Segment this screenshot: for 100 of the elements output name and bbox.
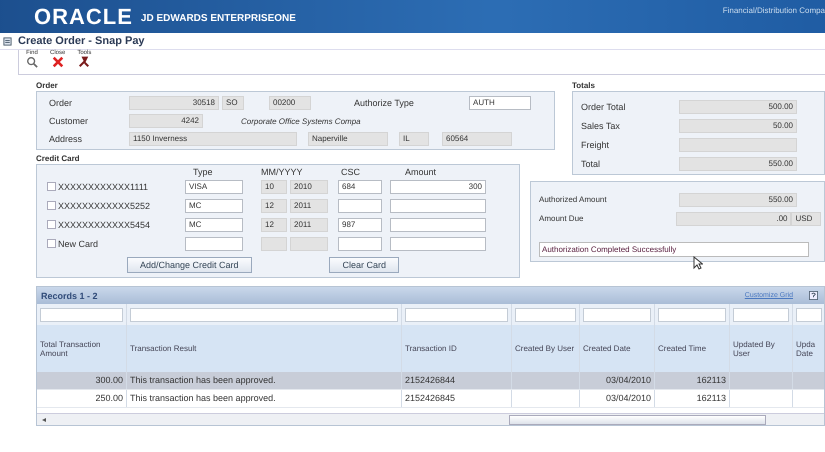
message-field: Authorization Completed Successfully bbox=[539, 242, 809, 257]
year-field: 2010 bbox=[290, 180, 328, 194]
form-button[interactable]: Clear Card bbox=[329, 257, 399, 273]
field-label: Order Total bbox=[581, 102, 626, 112]
mouse-pointer-icon bbox=[693, 256, 703, 270]
amount-field[interactable]: 300 bbox=[390, 180, 486, 194]
card-label: New Card bbox=[58, 238, 98, 248]
total-field: 50.00 bbox=[679, 118, 797, 132]
field-label: Total bbox=[581, 158, 602, 168]
column-heading[interactable]: Transaction ID bbox=[405, 344, 457, 353]
year-field: 2011 bbox=[290, 218, 328, 232]
table-cell: 03/04/2010 bbox=[606, 375, 651, 385]
help-icon[interactable] bbox=[809, 291, 818, 300]
field-label: Authorize Type bbox=[354, 98, 415, 108]
amount-field[interactable] bbox=[390, 236, 486, 250]
field-label: Order bbox=[49, 98, 74, 108]
filter-field[interactable] bbox=[583, 308, 651, 322]
customer-number-field: 4242 bbox=[129, 114, 203, 128]
csc-field[interactable] bbox=[338, 198, 382, 212]
table-cell: 250.00 bbox=[95, 393, 123, 403]
field-label: Sales Tax bbox=[581, 120, 621, 130]
month-field bbox=[261, 236, 287, 250]
checkbox[interactable] bbox=[47, 239, 56, 248]
product-name: JD EDWARDS ENTERPRISEONE bbox=[140, 13, 296, 24]
form-icon bbox=[3, 36, 12, 46]
csc-field[interactable] bbox=[338, 236, 382, 250]
table-cell: 03/04/2010 bbox=[606, 393, 651, 403]
zip-field: 60564 bbox=[442, 132, 512, 146]
year-field: 2011 bbox=[290, 198, 328, 212]
card-type-field[interactable] bbox=[185, 236, 243, 250]
card-type-field[interactable]: MC bbox=[185, 198, 243, 212]
grid-row[interactable]: 250.00 This transaction has been approved. 2152426845 03/04/2010 162113 bbox=[37, 390, 824, 408]
customer-name: Corporate Office Systems Compa bbox=[241, 116, 361, 126]
csc-field[interactable]: 684 bbox=[338, 180, 382, 194]
filter-field[interactable] bbox=[658, 308, 726, 322]
column-heading: Type bbox=[192, 167, 214, 177]
filter-field[interactable] bbox=[796, 308, 822, 322]
column-heading: MM/YYYY bbox=[261, 167, 304, 177]
card-label: XXXXXXXXXXXX5454 bbox=[58, 220, 150, 230]
column-heading[interactable]: Transaction Result bbox=[130, 344, 196, 353]
column-heading[interactable]: Total Transaction Amount bbox=[40, 340, 123, 358]
total-field: 500.00 bbox=[679, 100, 797, 114]
logo-text: ORACLE bbox=[34, 4, 133, 30]
field-label: Amount Due bbox=[539, 214, 584, 223]
filter-field[interactable] bbox=[515, 308, 576, 322]
column-heading[interactable]: Created Time bbox=[658, 344, 706, 353]
field-label: Address bbox=[49, 134, 84, 144]
checkbox[interactable] bbox=[47, 220, 56, 229]
csc-field[interactable]: 987 bbox=[338, 218, 382, 232]
table-cell: 2152426845 bbox=[405, 393, 456, 403]
month-field: 12 bbox=[261, 218, 287, 232]
scroll-left-icon[interactable] bbox=[41, 416, 47, 422]
authorize-type-field[interactable]: AUTH bbox=[469, 96, 531, 110]
amount-field[interactable] bbox=[390, 218, 486, 232]
table-cell: 300.00 bbox=[95, 375, 123, 385]
grid-title: Records 1 - 2 bbox=[41, 290, 98, 300]
table-cell: This transaction has been approved. bbox=[130, 393, 276, 403]
card-type-field[interactable]: MC bbox=[185, 218, 243, 232]
filter-field[interactable] bbox=[405, 308, 508, 322]
company-name: Financial/Distribution Compa bbox=[722, 6, 825, 15]
field-label: Authorized Amount bbox=[539, 195, 608, 204]
month-field: 10 bbox=[261, 180, 287, 194]
column-heading[interactable]: Updated By User bbox=[733, 340, 789, 358]
form-button[interactable]: Add/Change Credit Card bbox=[127, 257, 252, 273]
tools-icon bbox=[78, 56, 90, 68]
amount-field[interactable] bbox=[390, 198, 486, 212]
street-field: 1150 Inverness bbox=[129, 132, 297, 146]
order-type-field: SO bbox=[222, 96, 244, 110]
field-label: Freight bbox=[581, 140, 610, 150]
total-field: 550.00 bbox=[679, 156, 797, 170]
checkbox[interactable] bbox=[47, 182, 56, 191]
grid-row[interactable]: 300.00 This transaction has been approved. 2152426844 03/04/2010 162113 bbox=[37, 372, 824, 390]
scrollbar[interactable] bbox=[37, 413, 824, 425]
column-heading[interactable]: Created Date bbox=[583, 344, 631, 353]
field-label: Customer bbox=[49, 116, 90, 126]
authorized-amount-field: 550.00 bbox=[679, 192, 797, 206]
month-field: 12 bbox=[261, 198, 287, 212]
filter-field[interactable] bbox=[130, 308, 398, 322]
card-label: XXXXXXXXXXXX1111 bbox=[58, 182, 148, 192]
column-heading: Amount bbox=[404, 167, 438, 177]
year-field bbox=[290, 236, 328, 250]
section-heading: Order bbox=[36, 81, 59, 91]
search-icon bbox=[26, 56, 38, 68]
scroll-thumb[interactable] bbox=[509, 414, 766, 424]
column-heading[interactable]: Upda Date bbox=[796, 340, 822, 358]
card-type-field[interactable]: VISA bbox=[185, 180, 243, 194]
state-field: IL bbox=[399, 132, 429, 146]
table-cell: 2152426844 bbox=[405, 375, 456, 385]
order-number-field: 30518 bbox=[129, 96, 219, 110]
section-heading: Credit Card bbox=[36, 154, 81, 164]
company-field: 00200 bbox=[269, 96, 311, 110]
column-heading: CSC bbox=[341, 167, 362, 177]
table-cell: This transaction has been approved. bbox=[130, 375, 276, 385]
filter-field[interactable] bbox=[40, 308, 123, 322]
table-cell: 162113 bbox=[696, 393, 726, 403]
column-heading[interactable]: Created By User bbox=[515, 344, 574, 353]
amount-due-field: .00 bbox=[676, 212, 792, 226]
checkbox[interactable] bbox=[47, 201, 56, 210]
section-heading: Totals bbox=[572, 81, 596, 91]
filter-field[interactable] bbox=[733, 308, 789, 322]
